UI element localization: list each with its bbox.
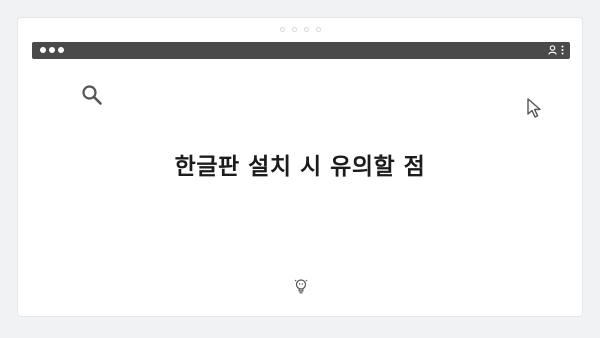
pagination-dots xyxy=(18,27,582,32)
window-controls xyxy=(40,47,64,53)
pagination-dot xyxy=(279,27,285,32)
page-title: 한글판 설치 시 유의할 점 xyxy=(174,154,426,180)
window-dot xyxy=(40,47,46,53)
pagination-dot xyxy=(291,27,297,32)
illustration-stage: 한글판 설치 시 유의할 점 xyxy=(0,0,600,338)
browser-card: 한글판 설치 시 유의할 점 xyxy=(17,17,583,317)
kebab-menu-icon[interactable] xyxy=(561,45,564,55)
user-icon[interactable] xyxy=(548,45,557,55)
pagination-dot xyxy=(303,27,309,32)
browser-title-bar xyxy=(32,42,570,59)
browser-bar-icons xyxy=(548,45,564,55)
window-dot xyxy=(58,47,64,53)
lightbulb-icon xyxy=(294,278,308,296)
pagination-dot xyxy=(315,27,321,32)
cursor-arrow-icon xyxy=(525,97,547,119)
window-dot xyxy=(49,47,55,53)
search-icon xyxy=(80,83,104,107)
